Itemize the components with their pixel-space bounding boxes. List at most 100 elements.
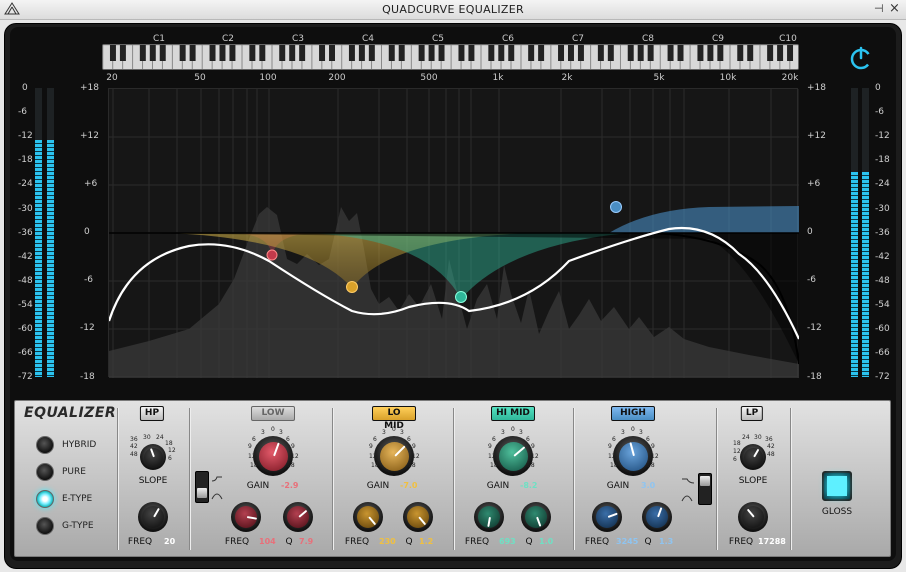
low-band-handle[interactable] [266, 249, 278, 261]
gain-scale-label: 6 [612, 436, 616, 443]
himid-band-handle[interactable] [455, 291, 467, 303]
gain-scale-label: 6 [646, 436, 650, 443]
lp-toggle-button[interactable]: LP [740, 406, 764, 421]
gain-scale-label: 9 [488, 443, 492, 450]
high-toggle-button[interactable]: HIGH [611, 406, 655, 421]
low-q-label: Q [285, 537, 293, 547]
gain-scale-label: 9 [412, 443, 416, 450]
gain-scale-label: 12 [531, 453, 539, 460]
power-icon[interactable] [847, 44, 875, 72]
mode-etype-label: E-TYPE [62, 494, 93, 504]
hp-slope-scale: 36 [130, 436, 138, 443]
meter-scale-label: -30 [18, 203, 33, 214]
meter-scale-label: -18 [875, 155, 890, 166]
gain-scale-label: 3 [261, 429, 265, 436]
mode-pure-radio[interactable] [36, 463, 54, 481]
gloss-button[interactable] [822, 471, 852, 501]
hp-slope-scale: 30 [143, 434, 151, 441]
hp-slope-knob[interactable] [140, 444, 166, 470]
octave-label: C7 [571, 34, 585, 44]
gain-scale-label: 18 [287, 462, 295, 469]
low-freq-knob[interactable] [231, 502, 261, 532]
db-label: -6 [807, 275, 816, 285]
equalizer-title: EQUALIZER [24, 405, 117, 421]
gain-scale-label: 9 [248, 443, 252, 450]
low-gain-knob-cap [258, 441, 288, 471]
frequency-label: 10k [719, 73, 737, 83]
gain-scale-label: 18 [250, 462, 258, 469]
low-shape-switch[interactable] [195, 471, 209, 503]
lomid-gain-label: GAIN [366, 481, 390, 491]
meter-scale-label: 0 [875, 83, 881, 93]
eq-curve-graph[interactable] [107, 88, 800, 378]
meter-scale-label: -6 [18, 107, 27, 118]
octave-label: C9 [711, 34, 725, 44]
gain-scale-label: 0 [631, 426, 635, 433]
meter-scale-label: -30 [875, 203, 890, 214]
meter-scale-label: -6 [875, 107, 884, 118]
hp-slope-scale: 24 [156, 434, 164, 441]
gain-scale-label: 9 [608, 443, 612, 450]
meter-scale-label: -66 [18, 348, 33, 359]
pin-button[interactable]: ⊣ [874, 2, 884, 15]
window-title: QUADCURVE EQUALIZER [382, 3, 524, 16]
himid-q-knob[interactable] [521, 502, 551, 532]
frequency-label: 100 [259, 73, 277, 83]
hp-freq-value: 20 [164, 537, 176, 546]
low-q-knob[interactable] [283, 502, 313, 532]
db-label: +12 [80, 131, 99, 141]
lp-slope-scale: 30 [754, 434, 762, 441]
lomid-toggle-button[interactable]: LO MID [372, 406, 416, 431]
gain-scale-label: 3 [279, 429, 283, 436]
high-freq-knob[interactable] [592, 502, 622, 532]
high-shape-switch[interactable] [698, 473, 712, 505]
lomid-q-knob[interactable] [403, 502, 433, 532]
meter-scale-label: -54 [18, 299, 33, 310]
lp-freq-knob[interactable] [738, 502, 768, 532]
octave-label: C6 [501, 34, 515, 44]
gain-scale-label: 0 [511, 426, 515, 433]
lomid-band-handle[interactable] [346, 281, 358, 293]
himid-freq-knob[interactable] [474, 502, 504, 532]
high-q-knob[interactable] [642, 502, 672, 532]
meter-scale-label: -72 [18, 372, 33, 383]
mode-etype-radio[interactable] [36, 490, 54, 508]
title-bar: QUADCURVE EQUALIZER ⊣ × [0, 0, 906, 20]
himid-toggle-button[interactable]: HI MID [491, 406, 535, 421]
lp-slope-scale: 18 [733, 440, 741, 447]
low-toggle-button[interactable]: LOW [251, 406, 295, 421]
gain-scale-label: 18 [408, 462, 416, 469]
meter-scale-label: -36 [18, 227, 33, 238]
piano-keyboard[interactable] [102, 44, 799, 70]
lomid-freq-knob[interactable] [353, 502, 383, 532]
meter-scale-label: -42 [18, 251, 33, 262]
mode-gtype-radio[interactable] [36, 517, 54, 535]
lp-slope-scale: 36 [765, 436, 773, 443]
lp-slope-scale: 6 [733, 456, 737, 463]
lomid-freq-value: 230 [379, 537, 396, 546]
meter-scale-label: -18 [18, 155, 33, 166]
gain-scale-label: 6 [492, 436, 496, 443]
low-gain-label: GAIN [246, 481, 270, 491]
hp-freq-knob[interactable] [138, 502, 168, 532]
db-label: -18 [807, 372, 822, 382]
octave-label: C2 [221, 34, 235, 44]
hp-freq-label: FREQ [127, 537, 153, 547]
high-q-value: 1.3 [659, 537, 674, 546]
hp-slope-scale: 42 [130, 443, 138, 450]
high-band-handle[interactable] [610, 201, 622, 213]
db-label: -6 [84, 275, 93, 285]
meter-scale-label: -24 [875, 179, 890, 190]
close-button[interactable]: × [889, 1, 900, 16]
output-meter-right [862, 88, 869, 377]
octave-label: C10 [779, 34, 797, 44]
frequency-label: 20k [781, 73, 799, 83]
gain-scale-label: 12 [369, 453, 377, 460]
hp-toggle-button[interactable]: HP [139, 406, 165, 421]
lp-slope-knob[interactable] [740, 444, 766, 470]
high-freq-knob-cap [596, 506, 618, 528]
mode-hybrid-radio[interactable] [36, 436, 54, 454]
lp-freq-value: 17288 [758, 537, 786, 546]
db-label: +18 [807, 83, 826, 93]
high-q-label: Q [644, 537, 652, 547]
